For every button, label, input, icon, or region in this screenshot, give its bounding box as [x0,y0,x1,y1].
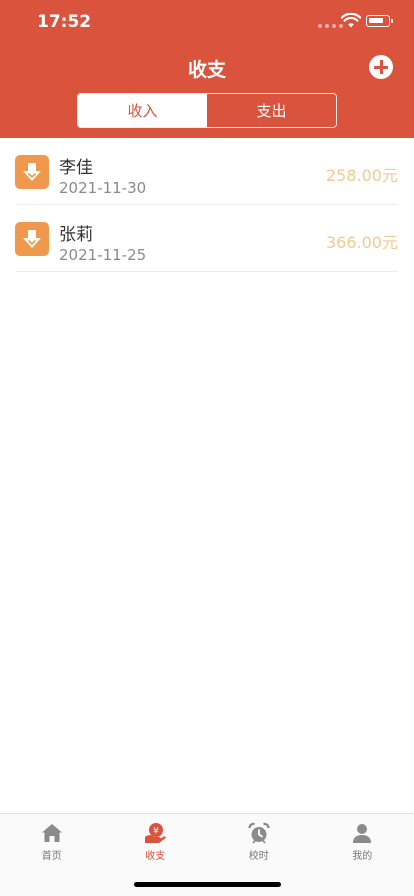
svg-text:¥: ¥ [153,827,159,837]
tab-profile-label: 我的 [352,851,373,862]
page-title: 收支 [187,59,226,81]
home-icon [41,824,62,842]
download-arrow-icon [15,222,49,256]
header-bar: 17:52 收支 收入 支出 [0,0,414,138]
person-icon [353,824,372,843]
tab-home-label: 首页 [41,851,62,862]
tab-income-expense[interactable]: ¥ 收支 [104,822,208,862]
tab-clock-label: 校时 [248,851,269,862]
income-expense-segmented-control: 收入 支出 [77,93,337,128]
tab-income-expense-label: 收支 [145,851,166,862]
record-amount: 366.00元 [326,233,398,252]
add-button[interactable] [369,55,393,79]
status-time: 17:52 [37,12,92,32]
tab-income[interactable]: 收入 [78,94,207,127]
wifi-icon [341,13,361,28]
list-item[interactable]: 李佳 2021-11-30 258.00元 [0,138,414,205]
download-arrow-icon [15,155,49,189]
alarm-clock-icon [248,822,270,844]
income-expense-icon: ¥ [145,823,166,843]
tab-profile[interactable]: 我的 [311,822,414,862]
tab-home[interactable]: 首页 [0,822,104,862]
tab-clock[interactable]: 校时 [207,822,311,862]
list-item[interactable]: 张莉 2021-11-25 366.00元 [0,205,414,272]
record-name: 张莉 [59,225,93,245]
record-list: 李佳 2021-11-30 258.00元 张莉 2021-11-25 366.… [0,138,414,272]
record-amount: 258.00元 [326,166,398,185]
record-name: 李佳 [59,158,93,178]
battery-icon [366,15,393,27]
record-date: 2021-11-25 [59,246,147,264]
home-indicator [134,882,281,887]
signal-icon [318,24,343,28]
tab-expense[interactable]: 支出 [207,94,336,127]
record-date: 2021-11-30 [59,179,147,197]
